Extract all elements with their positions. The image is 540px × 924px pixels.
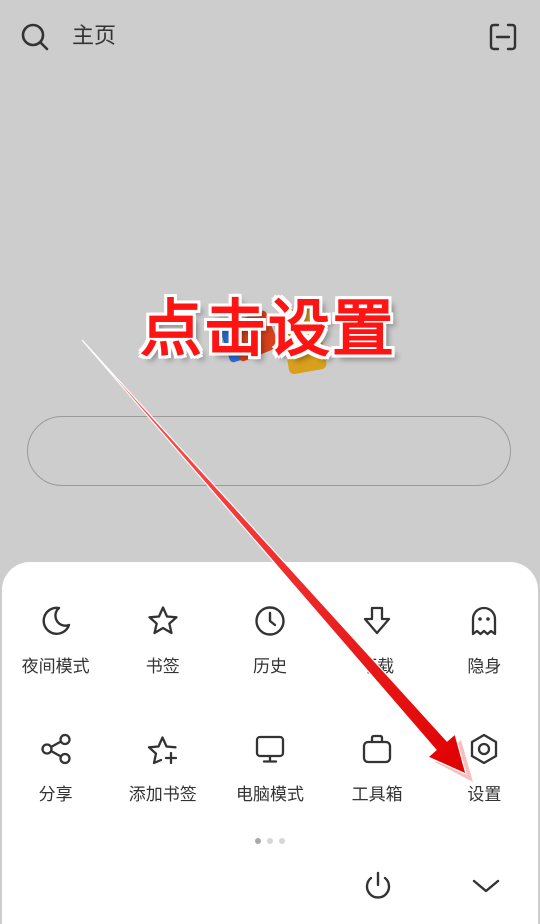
- page-dot: [279, 838, 285, 844]
- page-indicator: [2, 838, 538, 844]
- settings-icon: [467, 732, 501, 766]
- star-icon: [146, 604, 180, 638]
- power-icon[interactable]: [360, 868, 396, 904]
- menu-item-label: 历史: [252, 657, 287, 677]
- menu-item-label: 分享: [38, 785, 73, 805]
- share-icon: [39, 732, 73, 766]
- menu-item-night-mode[interactable]: 夜间模式: [2, 592, 109, 720]
- page-dot: [267, 838, 273, 844]
- menu-item-label: 设置: [467, 785, 502, 805]
- menu-item-label: 书签: [145, 657, 180, 677]
- menu-item-bookmarks[interactable]: 书签: [109, 592, 216, 720]
- top-bar: 主页: [0, 0, 540, 74]
- menu-row: 夜间模式 书签 历史 下载 隐身: [2, 592, 538, 720]
- clock-icon: [253, 604, 287, 638]
- menu-grid: 夜间模式 书签 历史 下载 隐身 分享 添加书签 电脑模式 工具箱 设置: [2, 592, 538, 848]
- menu-item-settings[interactable]: 设置: [431, 720, 538, 848]
- menu-item-label: 添加书签: [128, 785, 197, 805]
- page-dot: [255, 838, 261, 844]
- menu-item-share[interactable]: 分享: [2, 720, 109, 848]
- monitor-icon: [253, 732, 287, 766]
- menu-item-label: 工具箱: [351, 785, 403, 805]
- search-icon[interactable]: [20, 22, 50, 52]
- menu-item-label: 隐身: [467, 657, 502, 677]
- toolbox-icon: [360, 732, 394, 766]
- menu-item-desktop-mode[interactable]: 电脑模式: [216, 720, 323, 848]
- download-icon: [360, 604, 394, 638]
- menu-item-label: 电脑模式: [235, 785, 304, 805]
- menu-row: 分享 添加书签 电脑模式 工具箱 设置: [2, 720, 538, 848]
- ghost-icon: [467, 604, 501, 638]
- scan-icon[interactable]: [488, 22, 518, 52]
- menu-item-history[interactable]: 历史: [216, 592, 323, 720]
- menu-item-label: 下载: [360, 657, 395, 677]
- search-input[interactable]: [27, 416, 511, 486]
- annotation-text: 点击设置: [140, 292, 397, 365]
- star-plus-icon: [146, 732, 180, 766]
- chevron-down-icon[interactable]: [468, 868, 504, 904]
- page-title: 主页: [72, 24, 117, 49]
- menu-item-incognito[interactable]: 隐身: [431, 592, 538, 720]
- menu-item-downloads[interactable]: 下载: [324, 592, 431, 720]
- menu-item-label: 夜间模式: [21, 657, 90, 677]
- menu-item-toolbox[interactable]: 工具箱: [324, 720, 431, 848]
- moon-icon: [39, 604, 73, 638]
- menu-item-add-bookmark[interactable]: 添加书签: [109, 720, 216, 848]
- menu-sheet: 夜间模式 书签 历史 下载 隐身 分享 添加书签 电脑模式 工具箱 设置: [2, 562, 538, 924]
